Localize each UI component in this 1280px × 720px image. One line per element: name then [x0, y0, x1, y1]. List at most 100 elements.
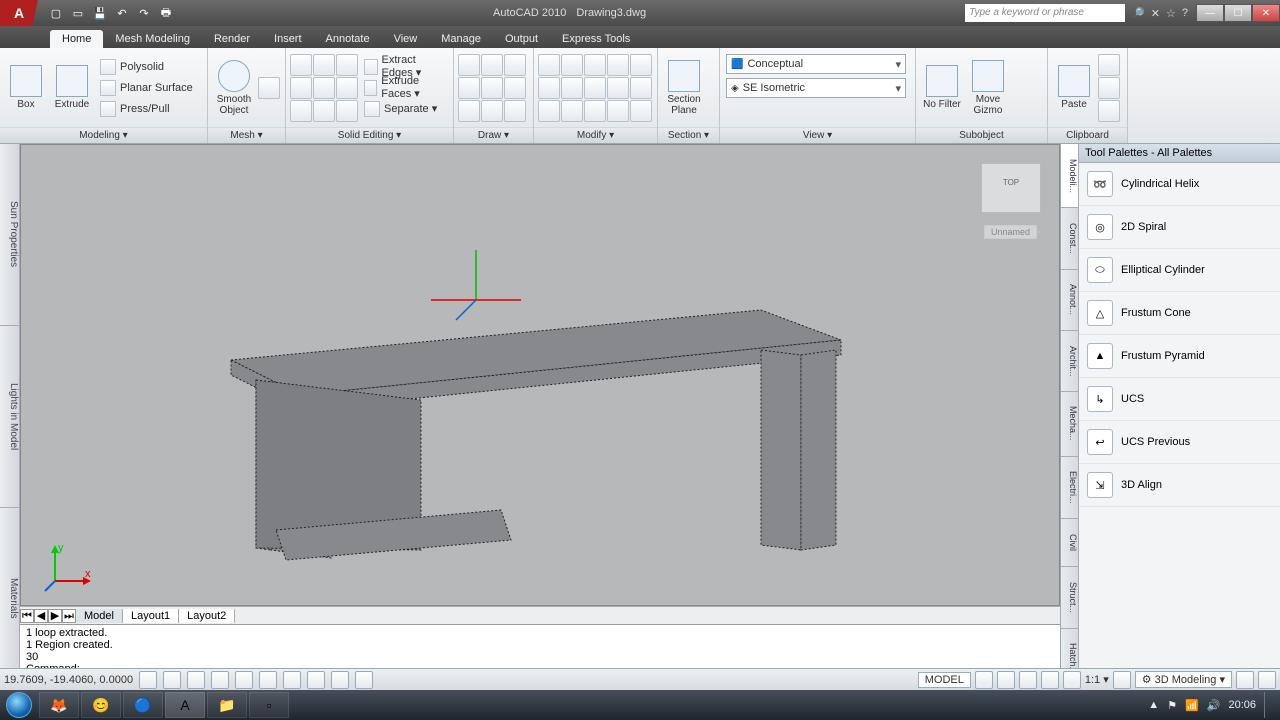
tab-insert[interactable]: Insert [262, 30, 314, 48]
grid-toggle[interactable] [163, 671, 181, 689]
box-button[interactable]: Box [4, 57, 48, 119]
status-icon-5[interactable] [1063, 671, 1081, 689]
help-search-input[interactable]: Type a keyword or phrase [965, 4, 1125, 22]
status-icon-3[interactable] [1019, 671, 1037, 689]
palette-tab-modeling[interactable]: Modeli... [1061, 144, 1078, 208]
layout2-tab[interactable]: Layout2 [179, 609, 235, 623]
panel-modeling[interactable]: Modeling ▾ [0, 127, 207, 143]
close-button[interactable]: ✕ [1252, 4, 1280, 22]
tab-annotate[interactable]: Annotate [314, 30, 382, 48]
status-icon-2[interactable] [997, 671, 1015, 689]
palette-item-2d-spiral[interactable]: ◎2D Spiral [1079, 206, 1280, 249]
smooth-object-button[interactable]: Smooth Object [212, 57, 256, 119]
mesh-more-icon[interactable] [258, 77, 280, 99]
task-app2[interactable]: ▫ [249, 692, 289, 718]
save-icon[interactable]: 💾 [92, 5, 108, 21]
app-logo[interactable]: A [0, 0, 38, 26]
press-pull-button[interactable]: Press/Pull [96, 99, 197, 119]
palette-item-cyl-helix[interactable]: ➿Cylindrical Helix [1079, 163, 1280, 206]
lights-in-model-tab[interactable]: Lights in Model [0, 326, 19, 508]
model-tab[interactable]: Model [76, 609, 123, 623]
first-tab-icon[interactable]: ⏮ [20, 609, 34, 623]
palette-item-ucs[interactable]: ↳UCS [1079, 378, 1280, 421]
palette-tab-civil[interactable]: Civil [1061, 519, 1078, 567]
panel-draw[interactable]: Draw ▾ [454, 127, 533, 143]
status-icon-4[interactable] [1041, 671, 1059, 689]
lwt-toggle[interactable] [331, 671, 349, 689]
palette-item-ellip-cyl[interactable]: ⬭Elliptical Cylinder [1079, 249, 1280, 292]
planar-surface-button[interactable]: Planar Surface [96, 78, 197, 98]
help-icon[interactable]: ? [1182, 7, 1188, 20]
tray-clock[interactable]: 20:06 [1228, 699, 1256, 711]
extrude-button[interactable]: Extrude [50, 57, 94, 119]
new-icon[interactable]: ▢ [48, 5, 64, 21]
palette-tab-structural[interactable]: Struct... [1061, 567, 1078, 628]
panel-modify[interactable]: Modify ▾ [534, 127, 657, 143]
open-icon[interactable]: ▭ [70, 5, 86, 21]
star-icon[interactable]: ☆ [1166, 7, 1176, 20]
panel-section[interactable]: Section ▾ [658, 127, 719, 143]
task-app1[interactable]: 🔵 [123, 692, 163, 718]
drawing-viewport[interactable]: TOP Unnamed xy [20, 144, 1060, 606]
show-desktop[interactable] [1264, 692, 1274, 718]
palette-item-3d-align[interactable]: ⇲3D Align [1079, 464, 1280, 507]
separate-button[interactable]: Separate ▾ [360, 99, 449, 119]
cut-icon[interactable] [1098, 54, 1120, 76]
extract-edges-button[interactable]: Extract Edges ▾ [360, 57, 449, 77]
undo-icon[interactable]: ↶ [114, 5, 130, 21]
tray-network-icon[interactable]: 📶 [1185, 699, 1199, 712]
layout1-tab[interactable]: Layout1 [123, 609, 179, 623]
polar-toggle[interactable] [211, 671, 229, 689]
comm-icon[interactable]: ✕ [1151, 7, 1160, 20]
viewcube-label[interactable]: Unnamed [984, 225, 1037, 239]
palette-item-frustum-pyr[interactable]: ▲Frustum Pyramid [1079, 335, 1280, 378]
anno-scale[interactable]: 1:1 ▾ [1085, 673, 1109, 686]
otrack-toggle[interactable] [259, 671, 277, 689]
polysolid-button[interactable]: Polysolid [96, 57, 197, 77]
ducs-toggle[interactable] [283, 671, 301, 689]
status-icon-1[interactable] [975, 671, 993, 689]
palette-tab-mechanical[interactable]: Mecha... [1061, 392, 1078, 457]
tab-output[interactable]: Output [493, 30, 550, 48]
tray-flag-icon[interactable]: ⚑ [1167, 699, 1177, 712]
palette-item-frustum-cone[interactable]: △Frustum Cone [1079, 292, 1280, 335]
copy-icon[interactable] [1098, 77, 1120, 99]
tab-view[interactable]: View [382, 30, 430, 48]
palette-tab-electrical[interactable]: Electri... [1061, 457, 1078, 520]
dyn-toggle[interactable] [307, 671, 325, 689]
view-iso-dropdown[interactable]: ◈ SE Isometric▾ [726, 78, 906, 98]
paste-button[interactable]: Paste [1052, 57, 1096, 119]
status-icon-7[interactable] [1236, 671, 1254, 689]
status-icon-6[interactable] [1113, 671, 1131, 689]
visual-style-dropdown[interactable]: 🟦 Conceptual▾ [726, 54, 906, 74]
qp-toggle[interactable] [355, 671, 373, 689]
palette-tab-constraints[interactable]: Const... [1061, 208, 1078, 269]
task-firefox[interactable]: 🦊 [39, 692, 79, 718]
tab-render[interactable]: Render [202, 30, 262, 48]
next-tab-icon[interactable]: ▶ [48, 609, 62, 623]
move-gizmo-button[interactable]: Move Gizmo [966, 57, 1010, 119]
redo-icon[interactable]: ↷ [136, 5, 152, 21]
workspace-switch[interactable]: ⚙ 3D Modeling ▾ [1135, 671, 1232, 688]
last-tab-icon[interactable]: ⏭ [62, 609, 76, 623]
minimize-button[interactable]: — [1196, 4, 1224, 22]
osnap-toggle[interactable] [235, 671, 253, 689]
panel-view[interactable]: View ▾ [720, 127, 915, 143]
panel-solid-editing[interactable]: Solid Editing ▾ [286, 127, 453, 143]
tab-home[interactable]: Home [50, 30, 103, 48]
task-smiley[interactable]: 😊 [81, 692, 121, 718]
prev-tab-icon[interactable]: ◀ [34, 609, 48, 623]
task-explorer[interactable]: 📁 [207, 692, 247, 718]
extrude-faces-button[interactable]: Extrude Faces ▾ [360, 78, 449, 98]
snap-toggle[interactable] [139, 671, 157, 689]
binoculars-icon[interactable]: 🔎 [1131, 7, 1145, 20]
ortho-toggle[interactable] [187, 671, 205, 689]
tab-manage[interactable]: Manage [429, 30, 493, 48]
model-space-button[interactable]: MODEL [918, 672, 971, 688]
panel-mesh[interactable]: Mesh ▾ [208, 127, 285, 143]
maximize-button[interactable]: ☐ [1224, 4, 1252, 22]
view-cube[interactable]: TOP [981, 163, 1041, 213]
tab-express-tools[interactable]: Express Tools [550, 30, 642, 48]
status-icon-8[interactable] [1258, 671, 1276, 689]
print-icon[interactable]: 🖶 [158, 5, 174, 21]
